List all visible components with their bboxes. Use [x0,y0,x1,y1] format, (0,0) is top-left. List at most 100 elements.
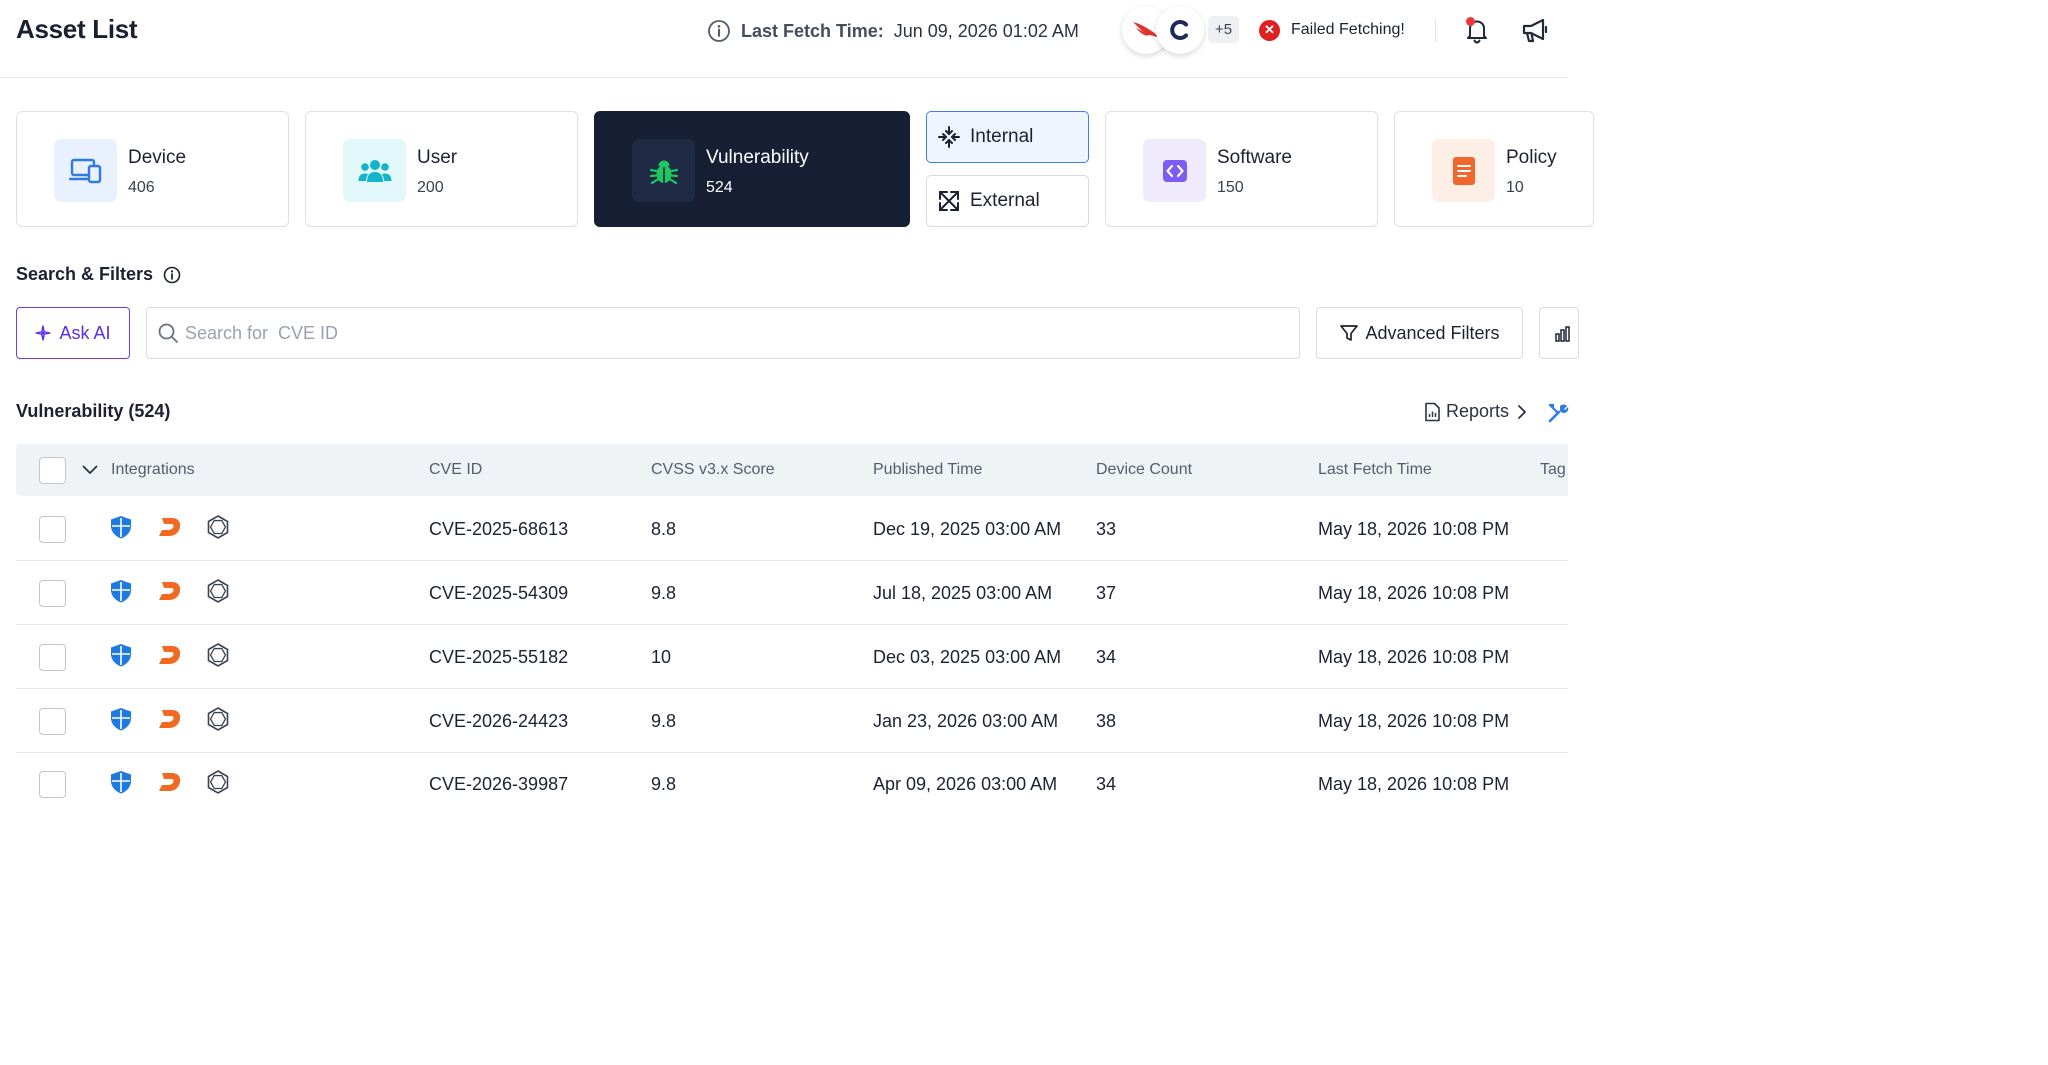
table-row[interactable]: CVE-2025-55182 10 Dec 03, 2025 03:00 AM … [16,626,1568,689]
row-checkbox[interactable] [39,771,66,798]
hexagon-logo-icon [207,770,229,794]
chevron-down-icon[interactable] [82,464,98,476]
category-card-user[interactable]: User 200 [305,111,578,227]
last-fetch-cell: May 18, 2026 10:08 PM [1318,583,1510,603]
search-input[interactable] [185,322,1285,344]
column-header-cve-id[interactable]: CVE ID [429,461,482,479]
ask-ai-button[interactable]: Ask AI [16,307,130,359]
column-header-cvss[interactable]: CVSS v3.x Score [651,461,775,479]
search-filters-heading: Search & Filters [16,264,181,285]
column-header-device-count[interactable]: Device Count [1096,461,1192,479]
table-row[interactable]: CVE-2026-24423 9.8 Jan 23, 2026 03:00 AM… [16,690,1568,753]
column-header-last-fetch[interactable]: Last Fetch Time [1318,461,1432,479]
category-count: 200 [417,179,444,196]
cve-id-cell[interactable]: CVE-2026-24423 [429,711,568,732]
sparkle-icon [35,325,52,341]
chart-view-button[interactable] [1539,307,1579,359]
published-cell: Dec 03, 2025 03:00 AM [873,647,1062,667]
info-icon[interactable] [707,19,731,43]
tools-icon[interactable] [1547,402,1569,424]
collapse-arrows-icon [938,126,960,148]
device-count-cell: 34 [1096,774,1117,794]
category-card-software[interactable]: Software 150 [1105,111,1378,227]
column-header-published[interactable]: Published Time [873,461,982,479]
divider [1435,18,1436,42]
category-label: Policy [1506,147,1557,168]
more-integrations-badge[interactable]: +5 [1208,16,1239,43]
published-cell: Apr 09, 2026 03:00 AM [873,774,1058,794]
megaphone-icon[interactable] [1520,16,1550,44]
category-card-policy[interactable]: Policy 10 [1394,111,1594,227]
c-logo-icon [1170,20,1188,40]
shield-icon [111,516,131,539]
table-title: Vulnerability (524) [16,401,171,421]
device-count-cell: 33 [1096,519,1117,539]
last-fetch-cell: May 18, 2026 10:08 PM [1318,711,1510,731]
cvss-cell: 8.8 [651,519,677,539]
published-cell: Jan 23, 2026 03:00 AM [873,711,1059,731]
page-title: Asset List [16,14,138,44]
row-checkbox[interactable] [39,516,66,543]
reports-link[interactable]: Reports [1424,401,1527,422]
top-bar: Asset List Last Fetch Time: Jun 09, 2026… [0,0,1568,78]
advanced-filters-button[interactable]: Advanced Filters [1316,307,1523,359]
cve-id-cell[interactable]: CVE-2026-39987 [429,774,568,795]
orange-d-logo-icon [159,710,181,728]
table-row[interactable]: CVE-2025-54309 9.8 Jul 18, 2025 03:00 AM… [16,562,1568,625]
info-icon[interactable] [163,266,181,284]
orange-d-logo-icon [159,773,181,791]
tab-external[interactable]: External [926,175,1089,227]
users-icon [343,139,406,202]
search-filters-title: Search & Filters [16,264,154,284]
notification-dot [1466,17,1475,26]
cve-id-cell[interactable]: CVE-2025-68613 [429,519,568,540]
row-checkbox[interactable] [39,644,66,671]
last-fetch-cell: May 18, 2026 10:08 PM [1318,647,1510,667]
category-count: 524 [706,179,733,196]
ask-ai-label: Ask AI [59,322,111,343]
row-checkbox[interactable] [39,708,66,735]
integration-badge-c[interactable] [1156,6,1204,54]
category-label: User [417,147,458,168]
reports-label: Reports [1446,401,1510,421]
fetch-status-text: Failed Fetching! [1291,21,1405,38]
category-label: Device [128,147,187,168]
search-bar[interactable] [146,307,1300,359]
last-fetch-label: Last Fetch Time: [741,20,884,41]
category-count: 406 [128,179,155,196]
search-icon [158,323,178,343]
last-fetch-info: Last Fetch Time: Jun 09, 2026 01:02 AM [707,18,1079,44]
bug-icon [632,139,695,202]
filter-icon [1340,325,1359,341]
cve-id-cell[interactable]: CVE-2025-54309 [429,583,568,604]
cve-id-cell[interactable]: CVE-2025-55182 [429,647,568,668]
cvss-cell: 9.8 [651,711,677,731]
category-card-vulnerability[interactable]: Vulnerability 524 [594,111,910,227]
published-cell: Dec 19, 2025 03:00 AM [873,519,1062,539]
category-card-device[interactable]: Device 406 [16,111,289,227]
expand-arrows-icon [939,191,959,211]
table-row[interactable]: CVE-2026-39987 9.8 Apr 09, 2026 03:00 AM… [16,753,1568,816]
hexagon-logo-icon [207,579,229,603]
category-label: Vulnerability [706,147,809,168]
shield-icon [111,708,131,731]
select-all-checkbox[interactable] [39,457,66,484]
device-icon [54,139,117,202]
published-cell: Jul 18, 2025 03:00 AM [873,583,1053,603]
tab-internal[interactable]: Internal [926,111,1089,163]
hexagon-logo-icon [207,643,229,667]
shield-icon [111,580,131,603]
cvss-cell: 9.8 [651,583,677,603]
last-fetch-cell: May 18, 2026 10:08 PM [1318,519,1510,539]
device-count-cell: 37 [1096,583,1117,603]
device-count-cell: 34 [1096,647,1117,667]
shield-icon [111,771,131,794]
fetch-status[interactable]: ✕ Failed Fetching! [1259,18,1405,42]
table-row[interactable]: CVE-2025-68613 8.8 Dec 19, 2025 03:00 AM… [16,498,1568,561]
last-fetch-value: Jun 09, 2026 01:02 AM [893,20,1079,41]
hexagon-logo-icon [207,515,229,539]
row-checkbox[interactable] [39,580,66,607]
column-header-integrations[interactable]: Integrations [111,461,195,479]
column-header-tag[interactable]: Tag [1540,461,1566,479]
category-count: 10 [1506,179,1524,196]
